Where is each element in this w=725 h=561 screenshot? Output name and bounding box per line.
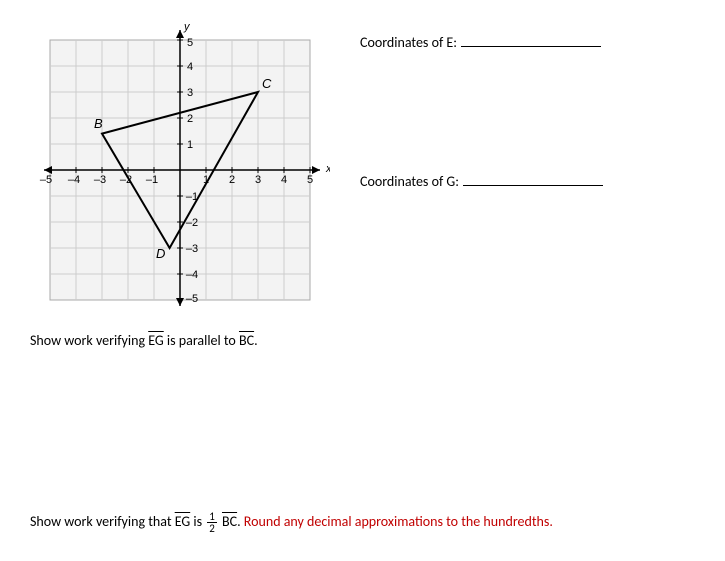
rounding-instruction: Round any decimal approximations to the … <box>244 513 553 530</box>
fraction-denominator: 2 <box>207 523 217 534</box>
verify-len-text-pre: Show work verifying that <box>30 513 175 530</box>
verify-parallel-prompt: Show work verifying EG is parallel to BC… <box>30 332 695 349</box>
verify-len-text-post1: . <box>237 513 244 530</box>
segment-eg-2: EG <box>175 513 191 530</box>
svg-text:–5: –5 <box>40 174 52 186</box>
coord-e-blank[interactable] <box>461 32 601 47</box>
svg-text:–3: –3 <box>94 174 106 186</box>
segment-bc-2: BC <box>222 513 237 530</box>
svg-text:2: 2 <box>187 113 193 125</box>
svg-text:–1: –1 <box>146 174 158 186</box>
svg-text:5: 5 <box>307 174 313 186</box>
svg-text:5: 5 <box>187 37 193 49</box>
svg-text:–4: –4 <box>186 269 198 281</box>
svg-text:3: 3 <box>187 87 193 99</box>
verify-len-text-mid: is <box>190 513 205 530</box>
segment-bc: BC <box>239 332 254 349</box>
segment-eg: EG <box>148 332 164 349</box>
coord-e-label: Coordinates of E: <box>360 34 457 51</box>
svg-text:2: 2 <box>229 174 235 186</box>
svg-text:B: B <box>94 116 103 131</box>
svg-text:4: 4 <box>187 61 193 73</box>
svg-text:–2: –2 <box>186 217 198 229</box>
verify-length-prompt: Show work verifying that EG is 12 BC. Ro… <box>30 511 695 534</box>
svg-text:D: D <box>156 246 165 261</box>
verify-parallel-text-pre: Show work verifying <box>30 332 148 349</box>
verify-parallel-text-post: . <box>254 332 258 349</box>
svg-text:C: C <box>262 76 272 91</box>
coord-g-blank[interactable] <box>463 171 603 186</box>
svg-text:–3: –3 <box>186 243 198 255</box>
svg-text:y: y <box>183 21 191 33</box>
coordinate-graph: –5 –4 –3 –2 –1 1 2 3 4 5 1 2 3 4 5 –1 –2 <box>30 20 330 320</box>
svg-text:3: 3 <box>255 174 261 186</box>
svg-text:–5: –5 <box>186 293 198 305</box>
svg-text:4: 4 <box>281 174 287 186</box>
verify-parallel-text-mid: is parallel to <box>164 332 239 349</box>
fraction-one-half: 12 <box>207 511 217 534</box>
coord-g-label: Coordinates of G: <box>360 173 459 190</box>
svg-text:1: 1 <box>187 139 193 151</box>
svg-text:–4: –4 <box>68 174 80 186</box>
